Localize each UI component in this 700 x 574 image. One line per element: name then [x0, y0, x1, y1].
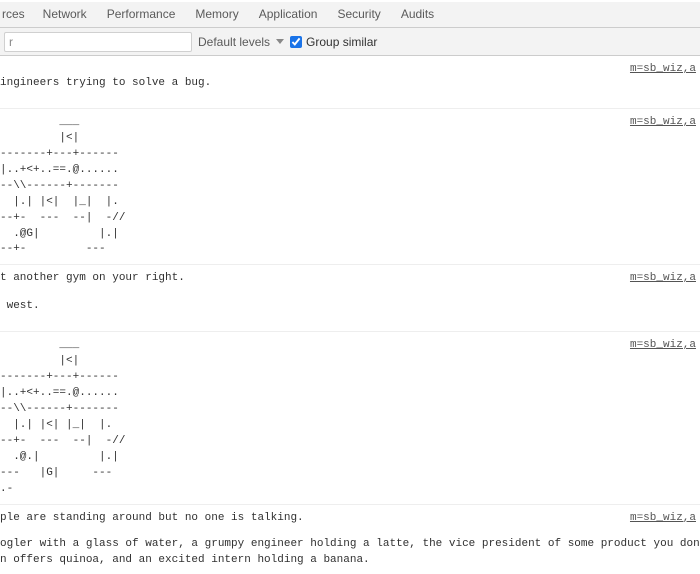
source-link[interactable]: m=sb_wiz,a: [630, 338, 696, 354]
log-message: ingineers trying to solve a bug.: [0, 76, 696, 92]
log-message: t another gym on your right.: [0, 271, 696, 287]
log-entry: m=sb_wiz,a ple are standing around but n…: [0, 505, 700, 574]
source-link[interactable]: m=sb_wiz,a: [630, 271, 696, 287]
console-toolbar: Default levels Group similar: [0, 28, 700, 56]
devtools-tabbar: rces Network Performance Memory Applicat…: [0, 2, 700, 28]
filter-input[interactable]: [4, 32, 192, 52]
tab-memory[interactable]: Memory: [185, 2, 248, 27]
tab-sources[interactable]: rces: [2, 2, 33, 27]
log-levels-label: Default levels: [198, 35, 270, 49]
log-message: ple are standing around but no one is ta…: [0, 511, 696, 527]
group-similar-checkbox[interactable]: [290, 36, 302, 48]
group-similar-label: Group similar: [306, 35, 377, 49]
tab-network[interactable]: Network: [33, 2, 97, 27]
log-message: west.: [0, 299, 696, 315]
console-log: m=sb_wiz,a ingineers trying to solve a b…: [0, 56, 700, 574]
log-entry: m=sb_wiz,a ingineers trying to solve a b…: [0, 56, 700, 109]
log-entry: m=sb_wiz,a t another gym on your right. …: [0, 265, 700, 332]
log-message-ascii: ___ |<| -------+---+------ |..+<+..==.@.…: [0, 338, 696, 497]
log-entry: m=sb_wiz,a ___ |<| -------+---+------ |.…: [0, 332, 700, 504]
tab-performance[interactable]: Performance: [97, 2, 186, 27]
log-levels-dropdown[interactable]: Default levels: [198, 35, 284, 49]
log-message: ogler with a glass of water, a grumpy en…: [0, 537, 696, 569]
source-link[interactable]: m=sb_wiz,a: [630, 115, 696, 131]
tab-audits[interactable]: Audits: [391, 2, 444, 27]
tab-security[interactable]: Security: [327, 2, 390, 27]
chevron-down-icon: [276, 39, 284, 44]
tab-application[interactable]: Application: [249, 2, 328, 27]
source-link[interactable]: m=sb_wiz,a: [630, 62, 696, 78]
log-entry: m=sb_wiz,a ___ |<| -------+---+------ |.…: [0, 109, 700, 265]
group-similar-control[interactable]: Group similar: [290, 35, 377, 49]
source-link[interactable]: m=sb_wiz,a: [630, 511, 696, 527]
log-message-ascii: ___ |<| -------+---+------ |..+<+..==.@.…: [0, 115, 696, 258]
